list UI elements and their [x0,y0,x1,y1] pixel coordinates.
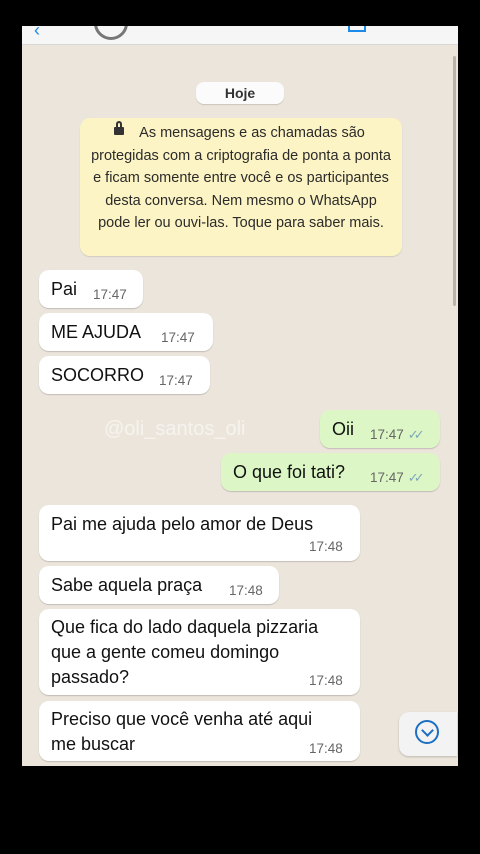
message-time: 17:47 [93,287,127,302]
message-bubble[interactable]: Pai me ajuda pelo amor de Deus 17:48 [39,505,360,561]
message-time: 17:48 [309,673,343,688]
encryption-notice-text: As mensagens e as chamadas são protegida… [91,125,391,231]
avatar[interactable] [94,26,128,40]
message-text: Sabe aquela praça [51,575,203,595]
message-bubble[interactable]: ME AJUDA 17:47 [39,313,213,351]
scrollbar[interactable] [453,56,456,306]
message-time: 17:47 [161,330,195,345]
message-time: 17:47 ✓✓ [370,427,425,442]
scroll-to-bottom-button[interactable] [399,712,457,756]
message-time: 17:48 [309,539,343,554]
encryption-notice[interactable]: As mensagens e as chamadas são protegida… [80,118,402,256]
message-bubble[interactable]: Sabe aquela praça 17:48 [39,566,279,604]
chat-header: ‹ [22,26,458,45]
call-icon[interactable] [348,26,366,32]
message-text: Pai me ajuda pelo amor de Deus [51,514,314,534]
message-bubble[interactable]: Pai 17:47 [39,270,143,308]
message-bubble[interactable]: O que foi tati? 17:47 ✓✓ [221,453,440,491]
message-bubble[interactable]: Preciso que você venha até aqui me busca… [39,701,360,761]
message-bubble[interactable]: Oii 17:47 ✓✓ [320,410,440,448]
message-time: 17:48 [309,741,343,756]
double-check-icon: ✓✓ [407,470,425,485]
date-separator: Hoje [196,82,284,104]
message-bubble[interactable]: Que fica do lado daquela pizzaria que a … [39,609,360,695]
message-text: Oii [332,419,354,439]
message-bubble[interactable]: SOCORRO 17:47 [39,356,210,394]
double-check-icon: ✓✓ [407,427,425,442]
back-arrow-icon[interactable]: ‹ [34,26,40,41]
chevron-down-circle-icon [415,720,439,744]
chat-screen: ‹ Hoje As mensagens e as chamadas são pr… [22,26,458,766]
message-time: 17:47 ✓✓ [370,470,425,485]
message-text: Preciso que você venha até aqui me busca… [51,709,313,754]
message-text: ME AJUDA [51,322,142,342]
message-time: 17:48 [229,583,263,598]
message-text: Que fica do lado daquela pizzaria que a … [51,617,319,687]
message-text: O que foi tati? [233,462,346,482]
message-text: SOCORRO [51,365,145,385]
watermark: @oli_santos_oli [104,418,246,440]
message-time: 17:47 [159,373,193,388]
message-text: Pai [51,279,78,299]
